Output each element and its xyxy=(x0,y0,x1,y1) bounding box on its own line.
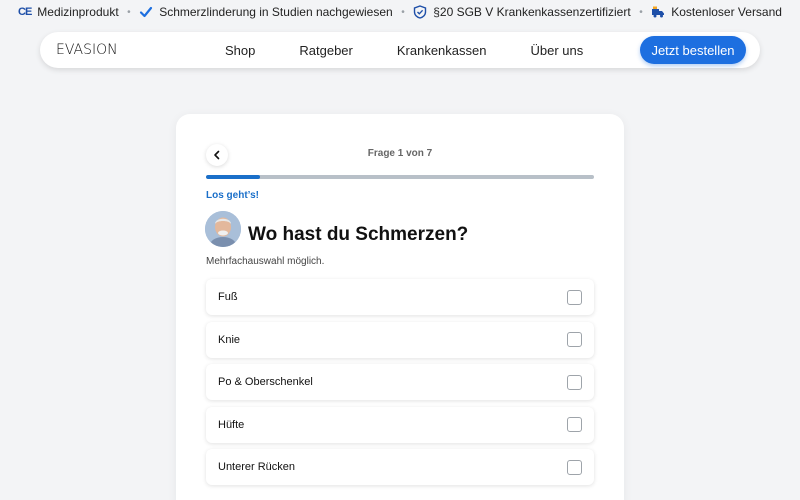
separator-dot: • xyxy=(639,6,643,18)
nav-link-shop[interactable]: Shop xyxy=(225,43,255,58)
trust-item-shipping: Kostenloser Versand xyxy=(651,5,782,19)
progress-fill xyxy=(206,175,261,179)
trust-bar: CE Medizinprodukt • Schmerzlinderung in … xyxy=(0,0,800,24)
eyebrow-text: Los geht’s! xyxy=(206,190,259,201)
main-navigation: EVASION Shop Ratgeber Krankenkassen Über… xyxy=(40,32,760,68)
progress-bar xyxy=(206,175,594,179)
separator-dot: • xyxy=(127,6,131,18)
checkmark-icon xyxy=(140,6,153,18)
checkbox[interactable] xyxy=(567,417,582,432)
option-fuss[interactable]: Fuß xyxy=(206,279,594,315)
nav-link-krankenkassen[interactable]: Krankenkassen xyxy=(397,43,487,58)
option-unterer-ruecken[interactable]: Unterer Rücken xyxy=(206,449,594,485)
checkbox[interactable] xyxy=(567,374,582,390)
separator-dot: • xyxy=(401,6,405,18)
option-huefte[interactable]: Hüfte xyxy=(206,406,594,443)
answer-options: Fuß Knie Po & Oberschenkel Hüfte Unterer… xyxy=(206,279,594,492)
trust-item-studies: Schmerzlinderung in Studien nachgewiesen xyxy=(139,5,393,19)
advisor-portrait xyxy=(205,211,241,247)
trust-label: Medizinprodukt xyxy=(37,5,119,19)
trust-item-medical-device: CE Medizinprodukt xyxy=(18,5,119,19)
option-label: Knie xyxy=(218,333,241,346)
trust-label: §20 SGB V Krankenkassenzertifiziert xyxy=(433,5,631,19)
option-po-oberschenkel[interactable]: Po & Oberschenkel xyxy=(206,364,594,400)
quiz-card: Frage 1 von 7 Los geht’s! Wo hast du Sch… xyxy=(176,114,624,500)
option-label: Hüfte xyxy=(218,418,245,431)
option-label: Unterer Rücken xyxy=(218,461,296,473)
brand-logo[interactable]: EVASION xyxy=(56,42,118,58)
nav-link-ueber-uns[interactable]: Über uns xyxy=(530,43,583,58)
order-now-button[interactable]: Jetzt bestellen xyxy=(640,36,746,64)
nav-link-ratgeber[interactable]: Ratgeber xyxy=(299,43,352,58)
multi-select-hint: Mehrfachauswahl möglich. xyxy=(206,256,325,267)
trust-item-insurance: §20 SGB V Krankenkassenzertifiziert xyxy=(413,5,631,19)
checkbox[interactable] xyxy=(567,289,582,305)
trust-label: Schmerzlinderung in Studien nachgewiesen xyxy=(159,5,393,19)
option-label: Fuß xyxy=(218,291,238,303)
ce-mark-icon: CE xyxy=(18,6,32,18)
checkbox[interactable] xyxy=(567,459,582,475)
delivery-truck-icon xyxy=(652,6,665,18)
option-knie[interactable]: Knie xyxy=(206,321,594,358)
nav-links: Shop Ratgeber Krankenkassen Über uns xyxy=(225,32,627,68)
step-counter: Frage 1 von 7 xyxy=(367,148,433,159)
trust-label: Kostenloser Versand xyxy=(671,5,782,19)
question-title: Wo hast du Schmerzen? xyxy=(248,224,469,245)
checkbox[interactable] xyxy=(567,332,582,347)
shield-check-icon xyxy=(414,5,427,19)
advisor-avatar xyxy=(205,211,241,247)
option-label: Po & Oberschenkel xyxy=(218,376,313,388)
